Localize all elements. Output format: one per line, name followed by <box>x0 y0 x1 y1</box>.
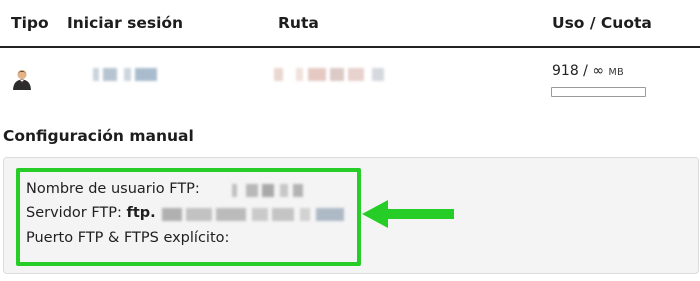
usage-value: 918 / ∞ <box>552 63 605 79</box>
column-header-tipo[interactable]: Tipo <box>11 14 49 32</box>
ftp-port-row: Puerto FTP & FTPS explícito: <box>26 230 229 246</box>
ftp-username-label: Nombre de usuario FTP: <box>26 181 200 197</box>
manual-config-title: Configuración manual <box>3 127 194 145</box>
table-row[interactable]: 918 / ∞ MB <box>0 48 700 112</box>
ftp-server-value: ftp. <box>126 205 156 221</box>
column-header-login[interactable]: Iniciar sesión <box>67 14 183 32</box>
ftp-port-label: Puerto FTP & FTPS explícito: <box>26 230 230 246</box>
ftp-server-row: Servidor FTP: ftp. <box>26 205 156 221</box>
ftp-username-row: Nombre de usuario FTP: <box>26 181 200 197</box>
usage-text: 918 / ∞ MB <box>552 63 624 79</box>
table-header: Tipo Iniciar sesión Ruta Uso / Cuota <box>0 0 700 48</box>
user-avatar-icon <box>13 69 31 90</box>
usage-progress-bar <box>551 87 646 97</box>
ftp-server-label: Servidor FTP: <box>26 205 122 221</box>
usage-unit: MB <box>608 67 625 78</box>
column-header-uso[interactable]: Uso / Cuota <box>552 14 652 32</box>
column-header-ruta[interactable]: Ruta <box>278 14 319 32</box>
arrow-left-icon <box>362 200 454 228</box>
